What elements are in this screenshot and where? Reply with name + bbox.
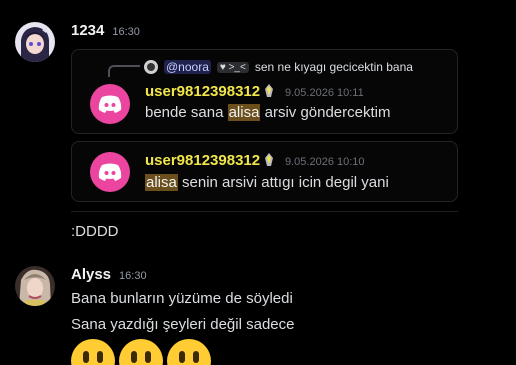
neutral-face-emoji-icon[interactable] xyxy=(167,339,211,365)
card-author-name[interactable]: user9812398312 xyxy=(145,152,260,169)
message-header-alyss: Alyss 16:30 xyxy=(71,266,147,283)
card-date: 9.05.2026 10:11 xyxy=(285,87,364,99)
crest-icon xyxy=(262,152,276,168)
reply-text: sen ne kıyagı gecicektin bana xyxy=(254,60,413,74)
neutral-face-emoji-icon[interactable] xyxy=(119,339,163,365)
card-message-text: bende sana alisa arsiv göndercektim xyxy=(145,104,391,121)
card-divider xyxy=(71,211,458,212)
message-text: :DDDD xyxy=(71,223,119,240)
timestamp: 16:30 xyxy=(119,270,147,282)
timestamp: 16:30 xyxy=(112,26,140,38)
crest-icon xyxy=(262,83,276,99)
text-part: bende sana xyxy=(145,104,228,121)
reply-mention[interactable]: @noora xyxy=(164,60,211,74)
discord-avatar-icon[interactable] xyxy=(90,152,130,192)
reply-connector xyxy=(108,65,140,77)
message-text: Sana yazdığı şeyleri değil sadece xyxy=(71,316,295,333)
keyword-highlight: alisa xyxy=(145,174,178,191)
text-part: arsiv göndercektim xyxy=(260,104,391,121)
user-avatar-1234[interactable] xyxy=(15,22,55,62)
reply-avatar-icon xyxy=(144,60,158,74)
neutral-face-emoji-icon[interactable] xyxy=(71,339,115,365)
reply-user-tag: ♥ >_< xyxy=(216,61,249,73)
user-avatar-alyss[interactable] xyxy=(15,266,55,306)
author-name[interactable]: Alyss xyxy=(71,266,111,283)
card-message-text: alisa senin arsivi attıgı icin degil yan… xyxy=(145,174,389,191)
reply-preview[interactable]: @noora ♥ >_< sen ne kıyagı gecicektin ba… xyxy=(144,60,413,74)
card-author-name[interactable]: user9812398312 xyxy=(145,83,260,100)
message-text: Bana bunların yüzüme de söyledi xyxy=(71,290,293,307)
card-date: 9.05.2026 10:10 xyxy=(285,156,365,168)
message-header-1234: 1234 16:30 xyxy=(71,22,140,39)
text-part: senin arsivi attıgı icin degil yani xyxy=(177,174,389,191)
author-name[interactable]: 1234 xyxy=(71,22,104,39)
keyword-highlight: alisa xyxy=(227,104,261,121)
emoji-row xyxy=(71,339,211,365)
discord-avatar-icon[interactable] xyxy=(90,84,130,124)
